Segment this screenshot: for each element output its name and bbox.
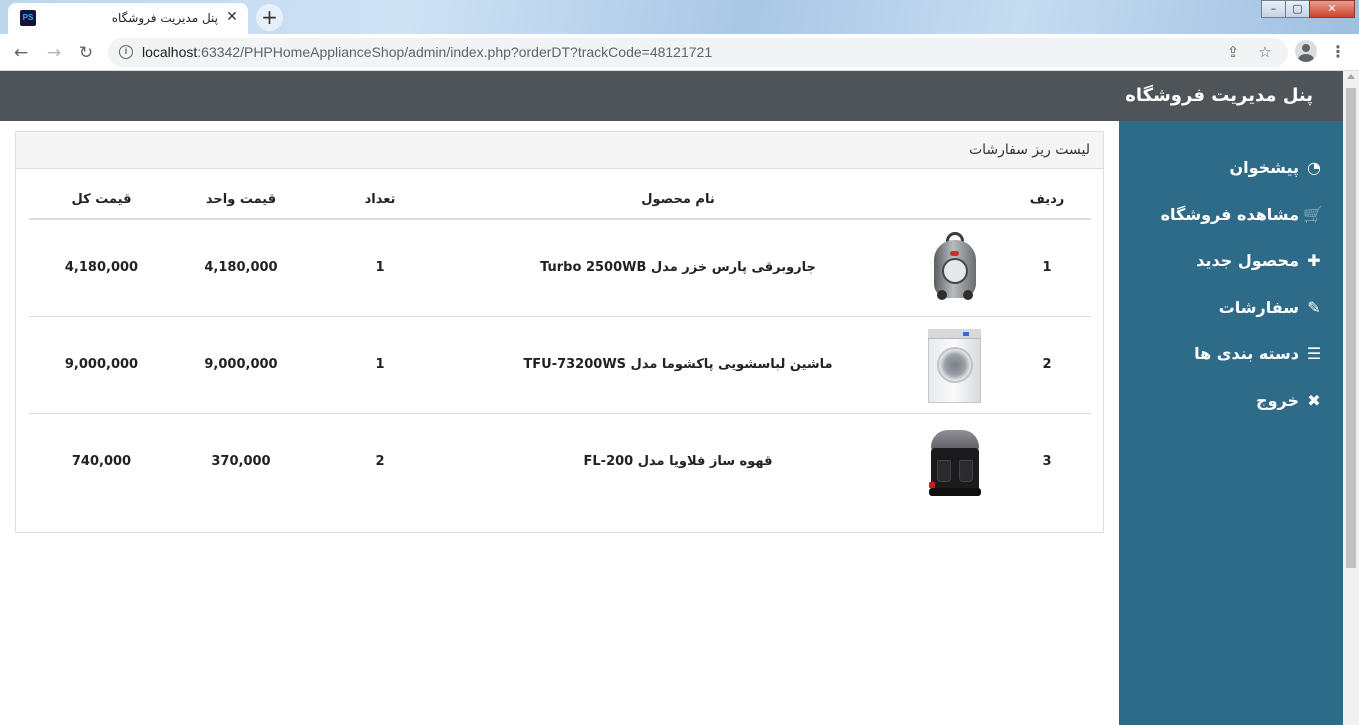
dashboard-icon: ◔	[1307, 158, 1321, 177]
column-header-row: ردیف	[1003, 182, 1091, 220]
cell-unit-price: 9,000,000	[174, 316, 308, 414]
cell-row: 1	[1003, 219, 1091, 317]
coffee-maker-image	[925, 426, 983, 498]
column-header-name: نام محصول	[452, 182, 904, 220]
sidebar-item-orders[interactable]: ✎ سفارشات	[1219, 296, 1323, 320]
panel-heading: لیست ریز سفارشات	[16, 132, 1103, 169]
cart-icon: 🛒	[1303, 205, 1323, 224]
cell-row: 2	[1003, 316, 1091, 414]
sidebar-item-dashboard[interactable]: ◔ پیشخوان	[1229, 156, 1323, 180]
admin-sidebar: ◔ پیشخوان 🛒 مشاهده فروشگاه ✚ محصول جدید …	[1119, 121, 1343, 725]
scroll-up-arrow-icon[interactable]	[1347, 74, 1355, 79]
phpstorm-icon: PS	[20, 10, 36, 26]
site-info-icon[interactable]: i	[119, 45, 133, 59]
cell-unit-price: 370,000	[211, 453, 271, 469]
sidebar-item-label: پیشخوان	[1229, 158, 1299, 177]
sidebar-item-logout[interactable]: ✖ خروج	[1256, 389, 1323, 413]
list-icon: ☰	[1306, 344, 1322, 363]
browser-tab[interactable]: PS پنل مدیریت فروشگاه ✕	[8, 3, 248, 34]
sidebar-item-new-product[interactable]: ✚ محصول جدید	[1196, 249, 1323, 273]
new-tab-button[interactable]: +	[256, 4, 283, 31]
browser-tabstrip: PS پنل مدیریت فروشگاه ✕ + – ▢ ✕	[0, 0, 1359, 34]
cell-unit-price: 4,180,000	[174, 219, 308, 317]
column-header-image	[904, 182, 1003, 220]
cell-product-name: جاروبرقی پارس خزر مدل Turbo 2500WB	[452, 219, 904, 317]
page-content: پنل مدیریت فروشگاه ◔ پیشخوان 🛒 مشاهده فر…	[0, 71, 1343, 725]
browser-toolbar: ← → ↻ i localhost:63342/PHPHomeAppliance…	[0, 34, 1359, 71]
cell-total-price: 740,000	[71, 453, 132, 469]
cell-qty: 2	[375, 453, 385, 469]
sidebar-item-label: محصول جدید	[1196, 251, 1299, 270]
bookmark-star-icon[interactable]: ☆	[1256, 43, 1274, 61]
table-row: 1 جاروبرقی پارس خزر مدل Turbo 2500WB 1 4…	[29, 219, 1091, 317]
cell-product-name: ماشین لباسشویی پاکشوما مدل TFU-73200WS	[452, 316, 904, 414]
url-path: :63342/PHPHomeApplianceShop/admin/index.…	[197, 44, 713, 60]
window-close-button[interactable]: ✕	[1309, 0, 1355, 18]
window-controls: – ▢ ✕	[1261, 0, 1355, 20]
order-items-table: ردیف نام محصول تعداد قیمت واحد قیمت کل 1	[29, 182, 1091, 510]
sidebar-item-categories[interactable]: ☰ دسته بندی ها	[1194, 342, 1323, 366]
cell-image	[904, 219, 1003, 317]
minimize-button[interactable]: –	[1261, 0, 1286, 18]
sidebar-item-view-shop[interactable]: 🛒 مشاهده فروشگاه	[1161, 203, 1323, 227]
cell-total-price: 9,000,000	[29, 316, 174, 414]
page-scrollbar[interactable]	[1343, 71, 1359, 725]
close-icon: ✖	[1307, 391, 1321, 410]
cell-product-name: قهوه ساز فلاویا مدل FL-200	[583, 453, 773, 469]
profile-avatar-icon[interactable]	[1295, 40, 1317, 62]
sidebar-item-label: خروج	[1256, 391, 1299, 410]
tab-title: پنل مدیریت فروشگاه	[111, 11, 218, 25]
admin-title: پنل مدیریت فروشگاه	[1125, 85, 1313, 106]
vacuum-cleaner-image	[925, 231, 983, 304]
maximize-button[interactable]: ▢	[1285, 0, 1310, 18]
cell-qty: 1	[308, 316, 452, 414]
table-header-row: ردیف نام محصول تعداد قیمت واحد قیمت کل	[29, 182, 1091, 220]
cell-image	[904, 413, 1003, 510]
column-header-unit-price: قیمت واحد	[174, 182, 308, 220]
cell-row: 3	[1042, 453, 1052, 469]
table-row: 2 ماشین لباسشویی پاکشوما مدل TFU-73200WS…	[29, 316, 1091, 414]
tab-close-icon[interactable]: ✕	[224, 9, 240, 25]
url-text[interactable]: localhost:63342/PHPHomeApplianceShop/adm…	[142, 44, 712, 61]
order-details-panel: لیست ریز سفارشات ردیف نام محصول تعداد قی…	[15, 131, 1104, 533]
forward-icon[interactable]: →	[41, 40, 67, 66]
table-row: 3 قهوه ساز فلاویا مدل FL-200 2 370,000 7…	[29, 413, 1091, 510]
address-bar[interactable]: i localhost:63342/PHPHomeApplianceShop/a…	[108, 38, 1288, 67]
column-header-qty: تعداد	[308, 182, 452, 220]
column-header-total-price: قیمت کل	[29, 182, 174, 220]
back-icon[interactable]: ←	[8, 40, 34, 66]
cell-qty: 1	[308, 219, 452, 317]
url-host: localhost	[142, 44, 198, 60]
cell-image	[904, 316, 1003, 414]
browser-menu-icon[interactable]: ⋮	[1330, 41, 1346, 63]
admin-header: پنل مدیریت فروشگاه	[0, 71, 1343, 121]
cell-total-price: 4,180,000	[29, 219, 174, 317]
plus-icon: ✚	[1307, 251, 1321, 270]
scroll-thumb[interactable]	[1346, 88, 1356, 568]
pencil-icon: ✎	[1307, 298, 1321, 317]
share-icon[interactable]: ⇪	[1224, 43, 1242, 61]
sidebar-item-label: دسته بندی ها	[1194, 344, 1299, 363]
washing-machine-image	[925, 328, 983, 403]
sidebar-item-label: سفارشات	[1218, 298, 1299, 317]
reload-icon[interactable]: ↻	[73, 40, 99, 66]
sidebar-item-label: مشاهده فروشگاه	[1160, 205, 1299, 224]
